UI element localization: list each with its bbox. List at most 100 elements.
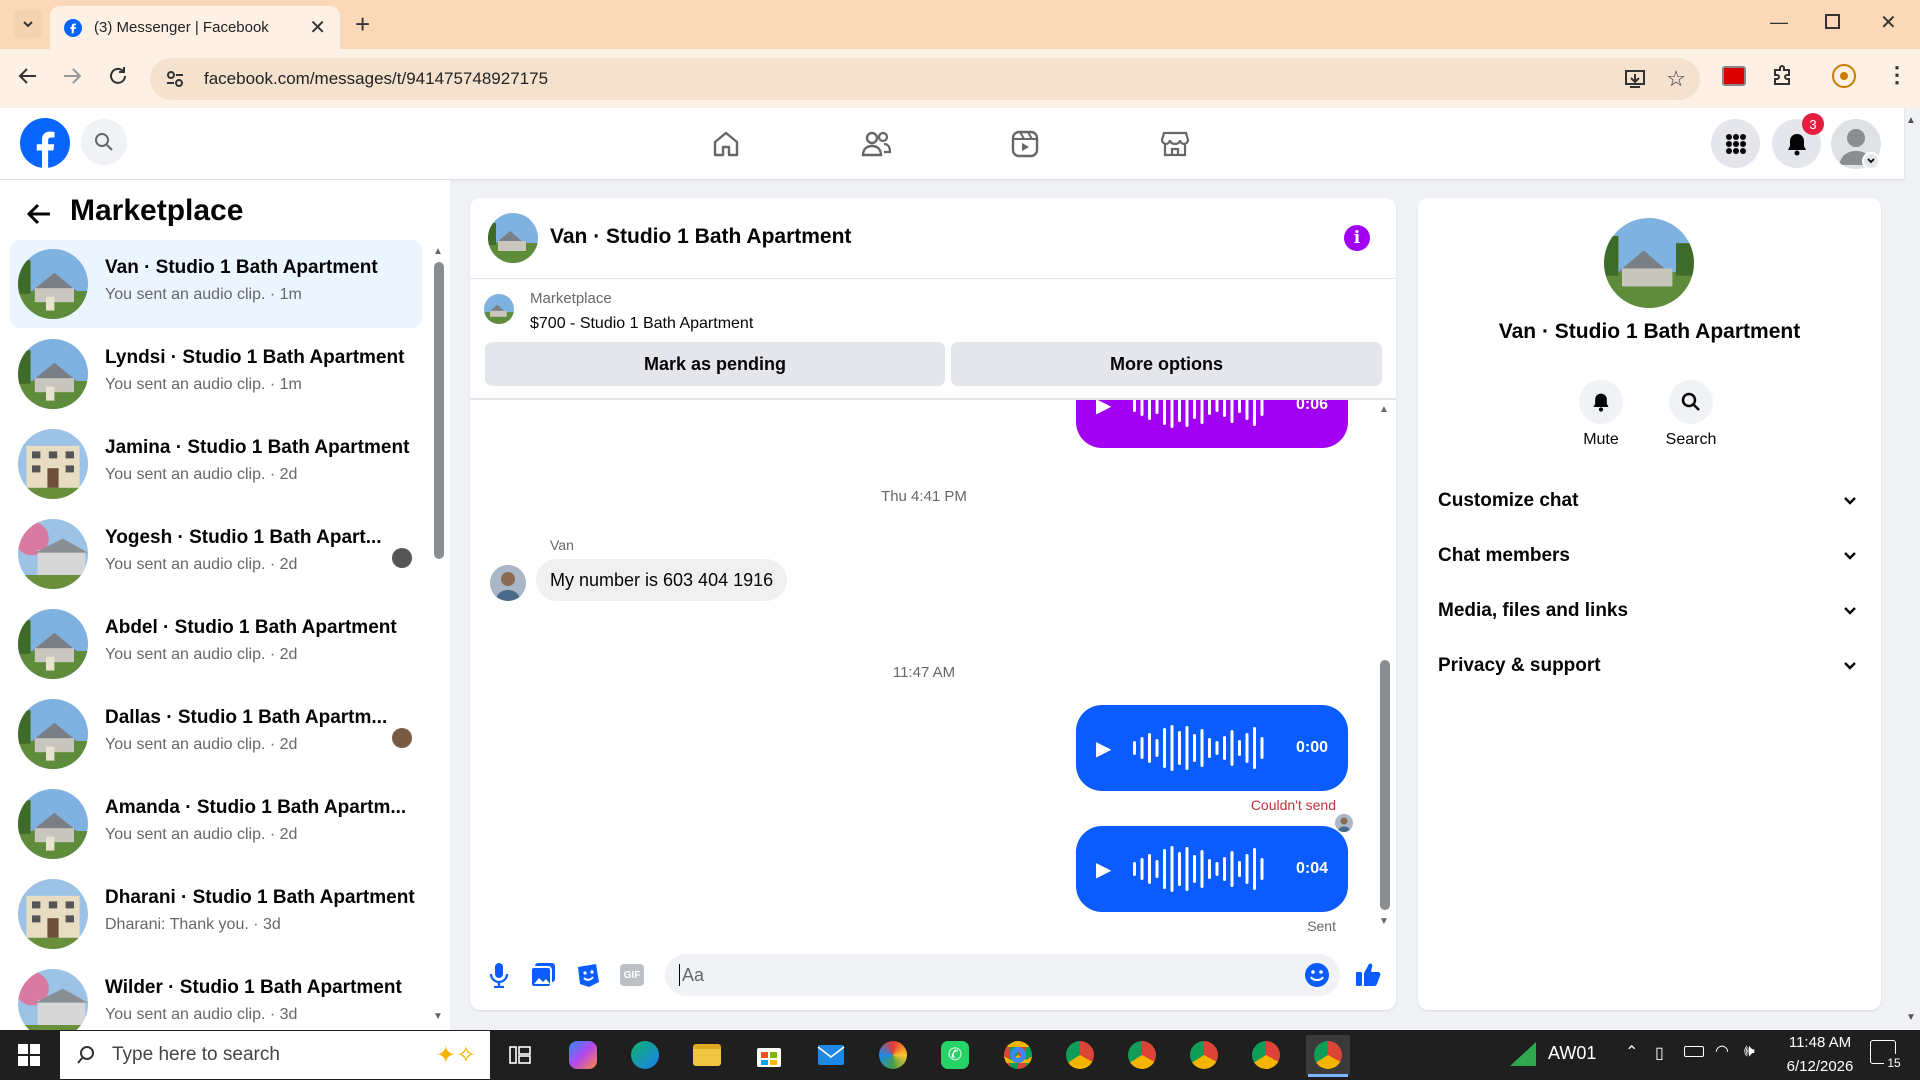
profile-icon[interactable]	[1832, 64, 1856, 88]
mute-button[interactable]	[1579, 380, 1623, 424]
wifi-icon[interactable]: ◠	[1715, 1041, 1729, 1061]
extension-red-icon[interactable]	[1722, 66, 1746, 86]
list-scroll-down-icon[interactable]: ▼	[433, 1011, 443, 1022]
conversation-item[interactable]: Abdel · Studio 1 Bath Apartment You sent …	[10, 600, 422, 688]
chat-avatar[interactable]	[488, 213, 538, 263]
play-icon[interactable]: ▶	[1096, 400, 1111, 418]
section-label: Chat members	[1438, 545, 1570, 566]
chat-members-section[interactable]: Chat members	[1438, 534, 1868, 578]
listing-thumbnail[interactable]	[484, 294, 514, 324]
reload-icon[interactable]	[106, 64, 130, 93]
send-failed-status[interactable]: Couldn't send	[1251, 797, 1336, 813]
copilot-icon[interactable]	[561, 1035, 605, 1075]
back-button[interactable]	[26, 202, 52, 231]
chrome-profile-2-icon[interactable]	[1058, 1035, 1102, 1075]
sticker-button[interactable]	[575, 962, 601, 993]
back-arrow-icon[interactable]	[16, 64, 40, 93]
minimize-window-icon[interactable]: —	[1770, 12, 1788, 33]
nav-video[interactable]	[955, 110, 1095, 178]
conversation-item[interactable]: Lyndsi · Studio 1 Bath Apartment You sent…	[10, 330, 422, 418]
chrome-profile-4-icon[interactable]	[1182, 1035, 1226, 1075]
close-window-icon[interactable]: ✕	[1880, 10, 1897, 35]
site-settings-icon[interactable]	[166, 70, 184, 88]
play-icon[interactable]: ▶	[1096, 736, 1111, 761]
page-scroll-down-icon[interactable]: ▼	[1906, 1012, 1916, 1023]
whatsapp-icon[interactable]: ✆	[933, 1035, 977, 1075]
bookmark-star-icon[interactable]: ☆	[1666, 66, 1686, 92]
close-tab-icon[interactable]: ✕	[309, 15, 326, 40]
taskbar-search-box[interactable]: Type here to search ✦✧	[60, 1031, 490, 1079]
browser-tab-active[interactable]: (3) Messenger | Facebook ✕	[50, 6, 340, 49]
conversation-item[interactable]: Amanda · Studio 1 Bath Apartm... You sent…	[10, 780, 422, 868]
search-in-chat-button[interactable]	[1669, 380, 1713, 424]
mark-as-pending-button[interactable]: Mark as pending	[485, 342, 945, 386]
conversation-item[interactable]: Dallas · Studio 1 Bath Apartm... You sent…	[10, 690, 422, 778]
audio-message-failed[interactable]: ▶ 0:00	[1076, 705, 1348, 791]
account-chevron-icon[interactable]	[1862, 152, 1880, 170]
menu-button[interactable]	[1711, 119, 1760, 168]
audio-message-sent[interactable]: ▶ 0:04	[1076, 826, 1348, 912]
network-signal-icon[interactable]	[1508, 1040, 1538, 1073]
list-scrollbar-thumb[interactable]	[434, 262, 444, 559]
message-input[interactable]: Aa	[665, 954, 1340, 996]
address-bar[interactable]: facebook.com/messages/t/941475748927175 …	[150, 58, 1700, 100]
info-avatar[interactable]	[1604, 218, 1694, 308]
file-explorer-icon[interactable]	[685, 1035, 729, 1075]
thread-scroll-down-icon[interactable]: ▼	[1379, 916, 1389, 927]
nav-marketplace[interactable]	[1105, 110, 1245, 178]
forward-arrow-icon[interactable]	[60, 64, 84, 93]
gif-icon[interactable]: GIF	[620, 964, 644, 986]
nav-home[interactable]	[656, 110, 796, 178]
facebook-logo-icon[interactable]	[20, 118, 70, 173]
volume-icon[interactable]: 🕪	[1744, 1041, 1755, 1061]
conversation-item[interactable]: Dharani · Studio 1 Bath Apartment Dharani…	[10, 870, 422, 958]
conversation-item[interactable]: Wilder · Studio 1 Bath Apartment You sent…	[10, 960, 422, 1030]
taskbar-time[interactable]: 11:48 AM	[1770, 1034, 1870, 1051]
browser-menu-icon[interactable]: ⋮	[1886, 62, 1908, 88]
chrome-profile-5-icon[interactable]	[1244, 1035, 1288, 1075]
emoji-icon[interactable]	[1304, 962, 1330, 988]
sender-avatar[interactable]	[490, 565, 526, 601]
extensions-puzzle-icon[interactable]	[1770, 64, 1794, 93]
facebook-search-button[interactable]	[81, 119, 127, 165]
media-files-links-section[interactable]: Media, files and links	[1438, 589, 1868, 633]
info-icon[interactable]: i	[1344, 225, 1370, 251]
more-options-button[interactable]: More options	[951, 342, 1382, 386]
microsoft-store-icon[interactable]	[747, 1035, 791, 1075]
edge-browser-icon[interactable]	[623, 1035, 667, 1075]
paint-app-icon[interactable]	[871, 1035, 915, 1075]
mail-icon[interactable]	[809, 1035, 853, 1075]
tab-list-button[interactable]	[14, 10, 42, 38]
new-tab-button[interactable]: +	[355, 10, 370, 38]
attach-photo-button[interactable]	[530, 962, 556, 993]
send-like-button[interactable]	[1354, 960, 1382, 993]
show-hidden-icons[interactable]: ⌃	[1625, 1042, 1638, 1062]
text-message-bubble[interactable]: My number is 603 404 1916	[536, 559, 788, 601]
listing-title[interactable]: $700 - Studio 1 Bath Apartment	[530, 315, 753, 333]
conversation-list-pane: Marketplace Van · Studio 1 Bath Apartmen…	[0, 180, 450, 1030]
battery-icon[interactable]	[1684, 1046, 1704, 1057]
header-divider	[470, 278, 1396, 279]
voice-clip-button[interactable]	[488, 962, 510, 993]
audio-message-top[interactable]: ▶ 0:06	[1076, 400, 1348, 448]
chrome-active-window-icon[interactable]	[1306, 1035, 1350, 1075]
install-app-icon[interactable]	[1624, 68, 1646, 90]
list-scroll-up-icon[interactable]: ▲	[433, 246, 443, 257]
play-icon[interactable]: ▶	[1096, 857, 1111, 882]
thread-scrollbar-thumb[interactable]	[1380, 660, 1390, 910]
nav-friends[interactable]	[806, 110, 946, 178]
restore-window-icon[interactable]	[1825, 14, 1840, 29]
thread-scroll-up-icon[interactable]: ▲	[1379, 404, 1389, 415]
chrome-profile-3-icon[interactable]	[1120, 1035, 1164, 1075]
chrome-profile-1-icon[interactable]	[996, 1035, 1040, 1075]
conversation-item[interactable]: Jamina · Studio 1 Bath Apartment You sent…	[10, 420, 422, 508]
privacy-support-section[interactable]: Privacy & support	[1438, 644, 1868, 688]
page-scroll-up-icon[interactable]: ▲	[1906, 115, 1916, 126]
task-view-icon[interactable]	[498, 1035, 542, 1075]
customize-chat-section[interactable]: Customize chat	[1438, 479, 1868, 523]
device-icon[interactable]: ▯	[1655, 1043, 1664, 1063]
conversation-item[interactable]: Yogesh · Studio 1 Bath Apart... You sent …	[10, 510, 422, 598]
conversation-item[interactable]: Van · Studio 1 Bath Apartment You sent an…	[10, 240, 422, 328]
windows-start-icon[interactable]	[18, 1044, 40, 1071]
taskbar-date[interactable]: 6/12/2026	[1770, 1058, 1870, 1075]
